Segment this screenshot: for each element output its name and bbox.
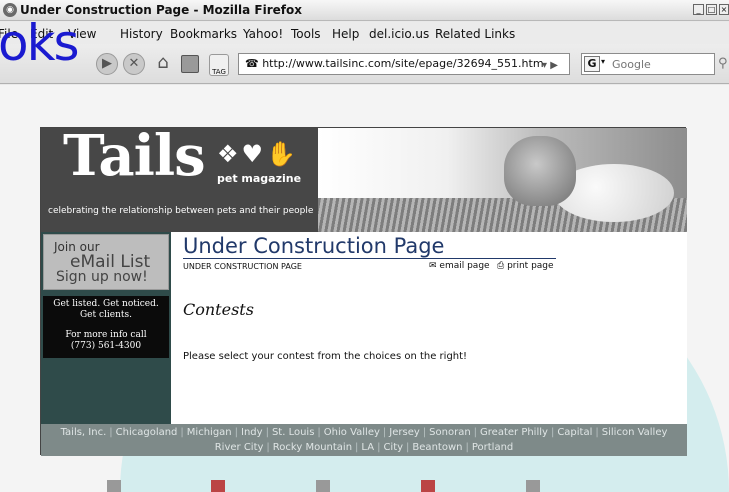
- page-stripe: [526, 480, 540, 492]
- footer-row-1: Tails, Inc. | Chicagoland | Michigan | Indy | St…: [41, 425, 687, 440]
- listing-promo[interactable]: Get listed. Get noticed. Get clients. Fo…: [43, 296, 169, 358]
- site-logo: Tails: [63, 123, 206, 189]
- footer-separator: |: [234, 427, 239, 438]
- main-content: Under Construction Page UNDER CONSTRUCTI…: [171, 232, 687, 424]
- search-icon[interactable]: ⚲: [718, 56, 728, 71]
- footer-separator: |: [109, 427, 113, 438]
- footer-links: Tails, Inc. | Chicagoland | Michigan | Indy | St…: [41, 424, 687, 456]
- page-icon: ☎: [245, 57, 263, 70]
- footer-separator: |: [377, 442, 381, 453]
- logo-subtitle: pet magazine: [217, 172, 302, 185]
- tag-icon[interactable]: TAG: [209, 54, 229, 76]
- menu-history[interactable]: History: [120, 27, 163, 41]
- menu-tools[interactable]: Tools: [291, 27, 321, 41]
- home-icon[interactable]: ⌂: [152, 53, 174, 75]
- print-page-link[interactable]: ⎙ print page: [497, 261, 554, 271]
- intro-text: Please select your contest from the choi…: [183, 351, 468, 362]
- email-page-link[interactable]: ✉ email page: [429, 261, 490, 271]
- footer-separator: |: [465, 442, 469, 453]
- footer-separator: |: [406, 442, 410, 453]
- sidebar: Join our eMail List Sign up now! Get lis…: [41, 232, 171, 428]
- promo-phone: (773) 561-4300: [70, 341, 142, 351]
- footer-separator: |: [317, 427, 321, 438]
- kitten-image: [504, 136, 576, 206]
- title-underline: [183, 258, 556, 259]
- footer-link[interactable]: Rocky Mountain: [273, 442, 352, 453]
- footer-link[interactable]: LA: [361, 442, 374, 453]
- forward-icon[interactable]: ▶: [96, 53, 118, 75]
- menu-delicious[interactable]: del.icio.us: [369, 27, 429, 41]
- promo-line2: Get clients.: [79, 310, 132, 320]
- section-title: Contests: [183, 300, 254, 319]
- address-bar[interactable]: ☎ http://www.tailsinc.com/site/epage/326…: [238, 53, 570, 75]
- footer-link[interactable]: City: [383, 442, 403, 453]
- paw-heart-hand-icon: ❖♥✋: [217, 140, 299, 168]
- tails-site: Tails ❖♥✋ pet magazine celebrating the r…: [40, 123, 687, 456]
- email-signup-banner[interactable]: Join our eMail List Sign up now!: [43, 234, 169, 290]
- footer-row-2: River City | Rocky Mountain | LA | City | Beanto…: [41, 440, 687, 455]
- maximize-icon[interactable]: □: [706, 4, 717, 15]
- search-engine-dropdown-icon[interactable]: ▾: [601, 57, 605, 66]
- menu-related-links[interactable]: Related Links: [435, 27, 515, 41]
- search-input[interactable]: [612, 56, 710, 72]
- search-box[interactable]: G ▾: [581, 53, 715, 75]
- footer-separator: |: [595, 427, 599, 438]
- minimize-icon[interactable]: _: [693, 4, 704, 15]
- join-line3: Sign up now!: [56, 269, 148, 285]
- page-stripe: [421, 480, 435, 492]
- footer-separator: |: [550, 427, 555, 438]
- email-page-label: email page: [439, 261, 490, 271]
- footer-link[interactable]: Greater Philly: [480, 427, 548, 438]
- footer-link[interactable]: Jersey: [389, 427, 420, 438]
- navigation-toolbar: ▶ ✕ ⌂ TAG ☎ http://www.tailsinc.com/site…: [0, 44, 729, 84]
- menu-yahoo[interactable]: Yahoo!: [243, 27, 283, 41]
- footer-link[interactable]: Michigan: [187, 427, 232, 438]
- google-icon[interactable]: G: [584, 56, 600, 72]
- footer-link[interactable]: St. Louis: [272, 427, 314, 438]
- page-stripe: [211, 480, 225, 492]
- menu-bar: File Edit View History Bookmarks Yahoo! …: [0, 22, 729, 44]
- footer-link[interactable]: Ohio Valley: [324, 427, 380, 438]
- footer-separator: |: [355, 442, 359, 453]
- overlay-text: oks: [0, 14, 80, 72]
- page-stripe: [316, 480, 330, 492]
- printer-icon: ⎙: [497, 261, 508, 271]
- footer-link[interactable]: Tails, Inc.: [61, 427, 107, 438]
- url-text: http://www.tailsinc.com/site/epage/32694…: [262, 57, 544, 70]
- page-title: Under Construction Page: [183, 234, 445, 258]
- print-page-label: print page: [507, 261, 554, 271]
- footer-separator: |: [265, 427, 269, 438]
- dropdown-go-icon[interactable]: ▾ ▶: [533, 56, 567, 72]
- page-content: Tails ❖♥✋ pet magazine celebrating the r…: [0, 85, 729, 492]
- footer-separator: |: [382, 427, 387, 438]
- footer-separator: |: [422, 427, 427, 438]
- footer-link[interactable]: River City: [215, 442, 264, 453]
- breadcrumb: UNDER CONSTRUCTION PAGE: [183, 262, 302, 271]
- footer-link[interactable]: Sonoran: [429, 427, 471, 438]
- footer-link[interactable]: Beantown: [412, 442, 462, 453]
- tagline: celebrating the relationship between pet…: [48, 206, 314, 216]
- page-stripe: [107, 480, 121, 492]
- footer-link[interactable]: Silicon Valley: [602, 427, 668, 438]
- close-icon[interactable]: ×: [719, 4, 729, 15]
- footer-separator: |: [473, 427, 478, 438]
- header-photo: [318, 128, 687, 232]
- footer-separator: |: [180, 427, 184, 438]
- envelope-icon: ✉: [429, 261, 440, 271]
- bookmark-icon[interactable]: [181, 55, 199, 73]
- footer-link[interactable]: Capital: [557, 427, 592, 438]
- window-titlebar: ◉ Under Construction Page - Mozilla Fire…: [0, 0, 729, 21]
- logo-area[interactable]: Tails ❖♥✋ pet magazine celebrating the r…: [41, 123, 318, 232]
- menu-help[interactable]: Help: [332, 27, 359, 41]
- footer-link[interactable]: Portland: [472, 442, 513, 453]
- promo-line1: Get listed. Get noticed.: [53, 299, 159, 309]
- site-header: Tails ❖♥✋ pet magazine celebrating the r…: [41, 123, 687, 232]
- promo-line3: For more info call: [65, 330, 147, 340]
- footer-separator: |: [266, 442, 270, 453]
- stop-icon[interactable]: ✕: [123, 53, 145, 75]
- footer-link[interactable]: Chicagoland: [116, 427, 178, 438]
- footer-link[interactable]: Indy: [241, 427, 263, 438]
- menu-bookmarks[interactable]: Bookmarks: [170, 27, 237, 41]
